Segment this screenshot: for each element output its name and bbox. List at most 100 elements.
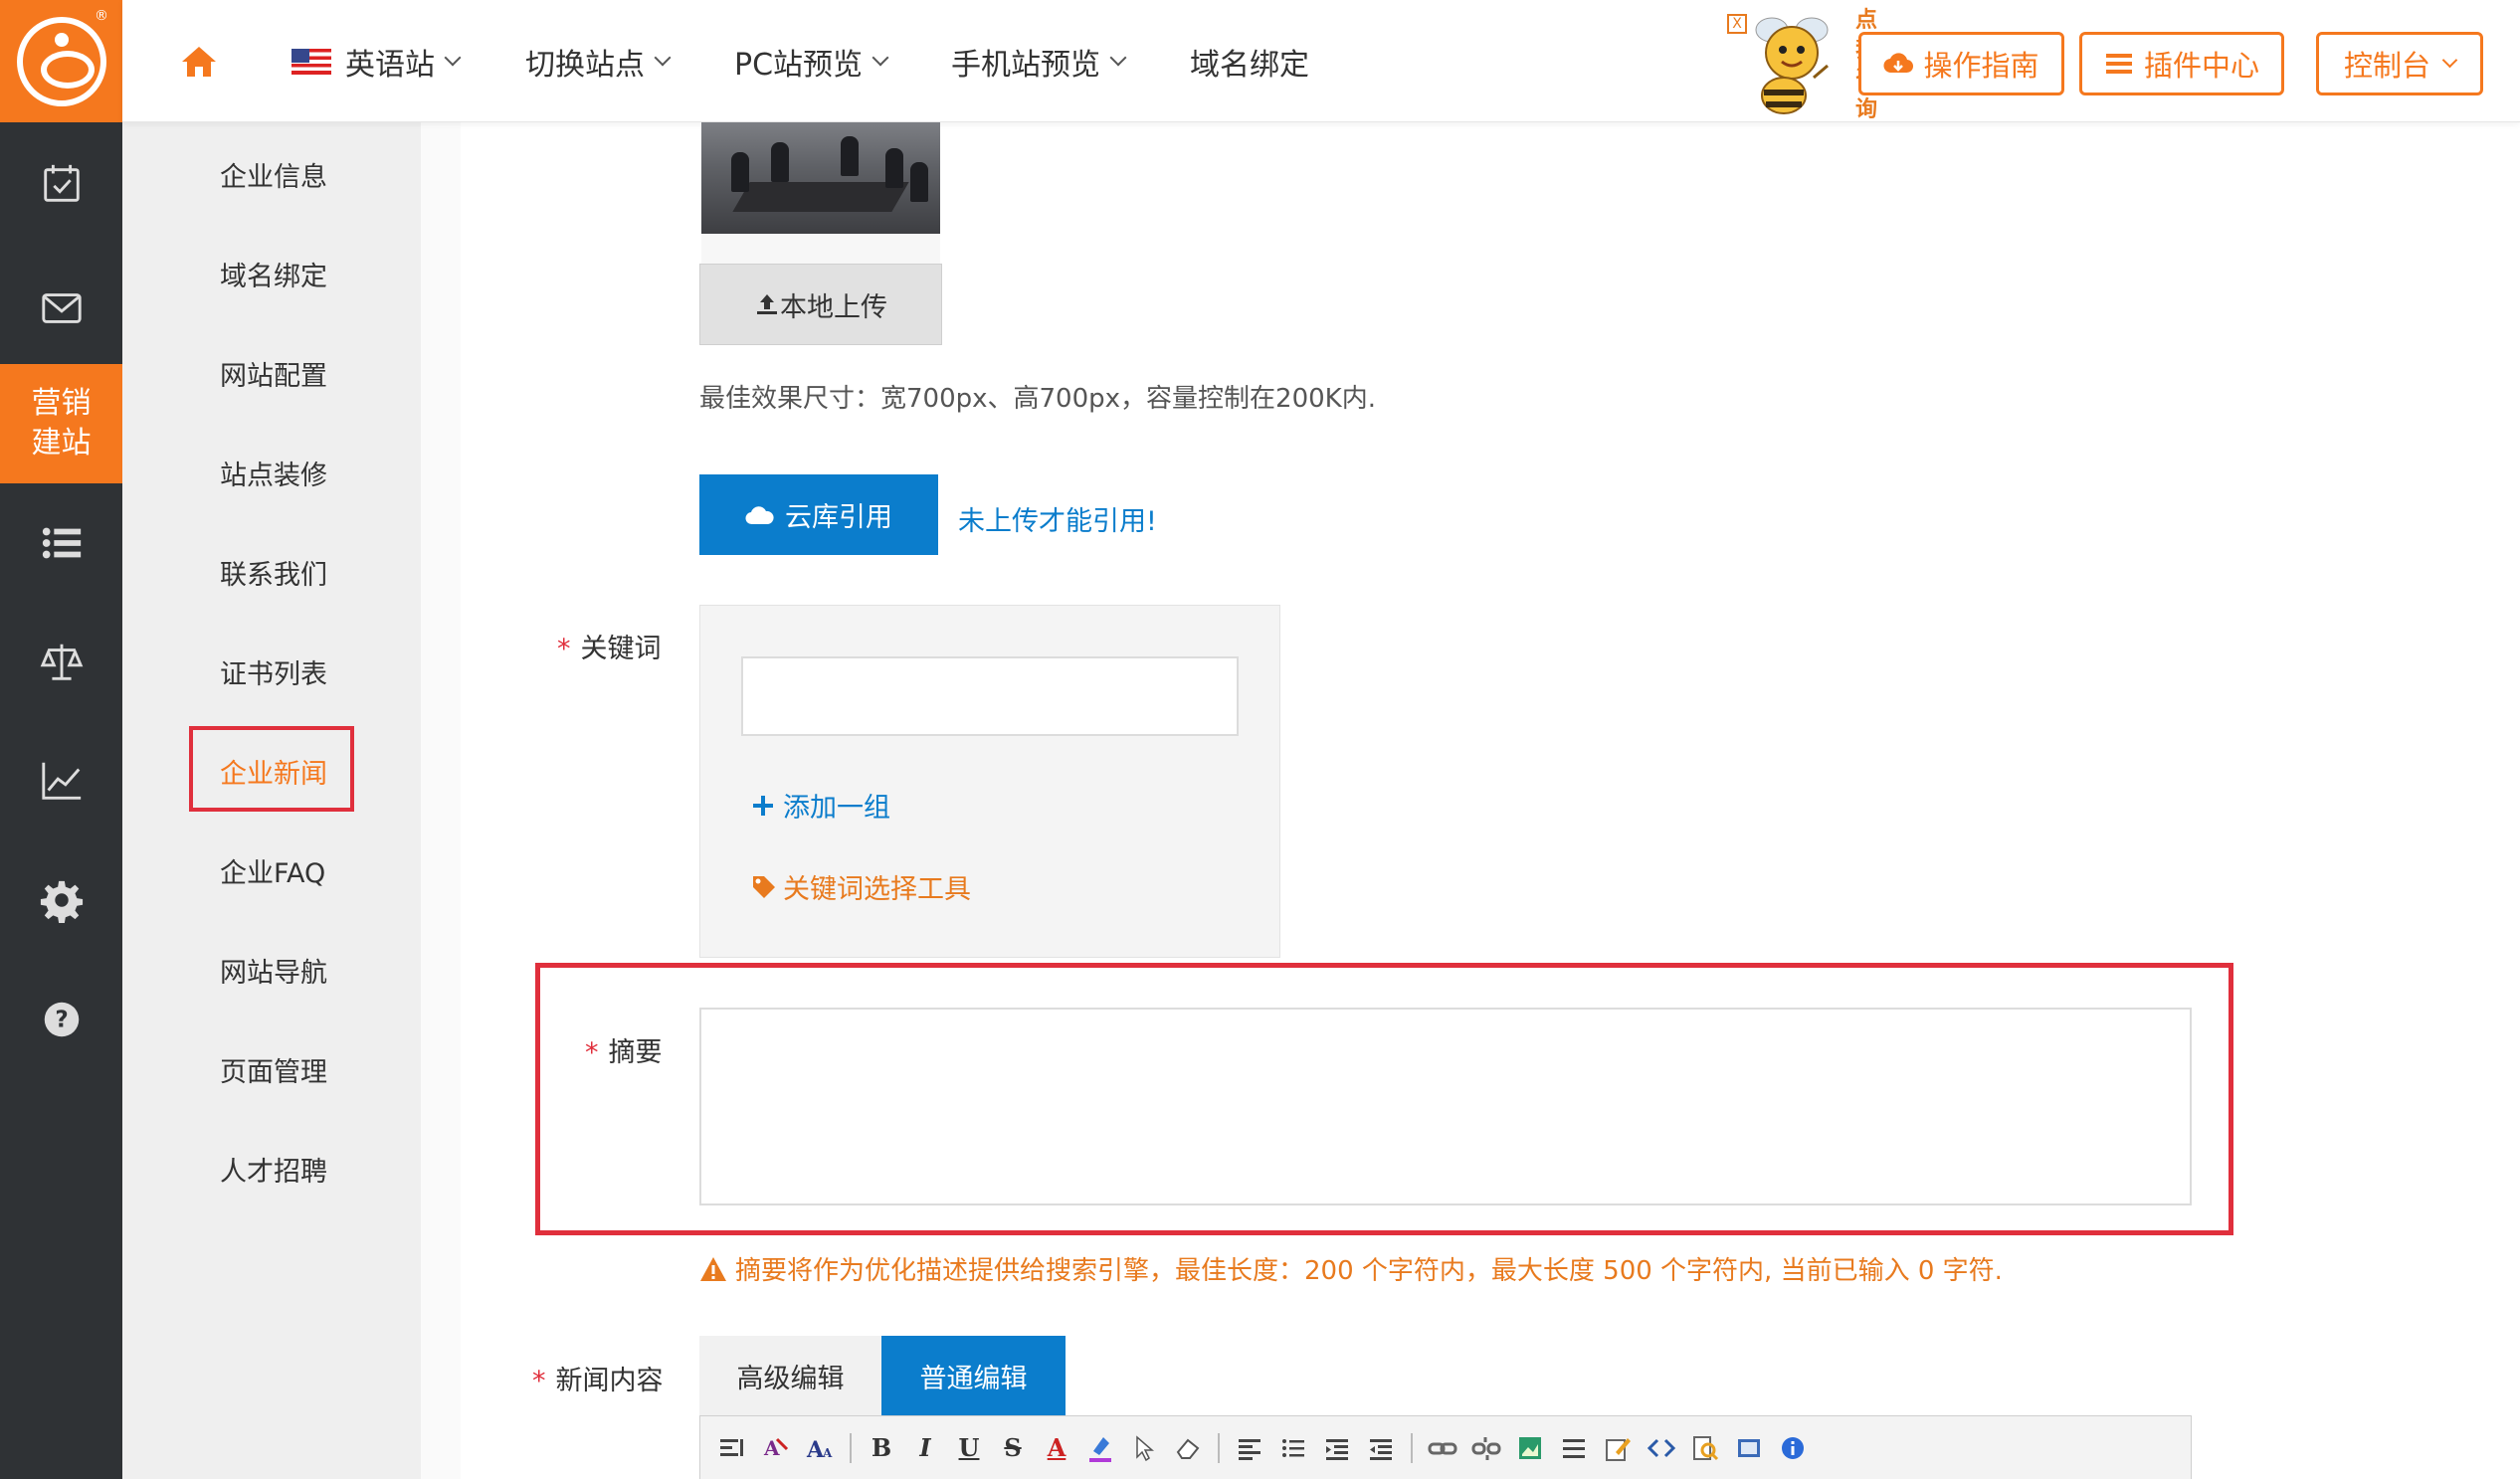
unlink-icon[interactable] (1468, 1430, 1504, 1466)
site-language-dropdown[interactable]: 英语站 (291, 0, 462, 122)
switch-site-dropdown[interactable]: 切换站点 (525, 0, 672, 122)
domain-binding-label: 域名绑定 (1190, 47, 1309, 83)
rail-settings[interactable] (0, 840, 122, 960)
site-language-label: 英语站 (345, 47, 435, 83)
list-bars-icon (2105, 54, 2132, 74)
content-label-row: * 新闻内容 (532, 1359, 664, 1397)
font-family-icon[interactable]: A (758, 1430, 794, 1466)
rail-active-label-1: 营销 (31, 386, 92, 421)
rail-active-label-2: 建站 (31, 426, 92, 461)
list-icon (42, 527, 81, 559)
calendar-check-icon (43, 164, 80, 202)
about-info-icon[interactable] (1775, 1430, 1811, 1466)
home-button[interactable] (179, 0, 219, 122)
keyword-input[interactable] (741, 656, 1239, 736)
outdent-icon[interactable] (1319, 1430, 1355, 1466)
rail-help[interactable]: ? (0, 960, 122, 1079)
insert-image-icon[interactable] (1512, 1430, 1548, 1466)
add-keyword-group-link[interactable]: 添加一组 (751, 786, 890, 825)
tab-advanced-editor[interactable]: 高级编辑 (699, 1336, 881, 1415)
subnav-item-site-navigation[interactable]: 网站导航 (122, 940, 421, 1000)
horizontal-rule-icon[interactable] (1556, 1430, 1592, 1466)
subnav-label: 企业FAQ (220, 857, 326, 889)
required-mark: * (585, 1037, 599, 1068)
console-dropdown[interactable]: 控制台 (2316, 32, 2483, 95)
pc-preview-dropdown[interactable]: PC站预览 (734, 0, 889, 122)
tag-icon (753, 875, 775, 898)
plugin-center-label: 插件中心 (2143, 49, 2259, 83)
switch-site-label: 切换站点 (525, 47, 645, 83)
strikethrough-icon[interactable]: S (995, 1430, 1031, 1466)
cloud-download-icon (1883, 53, 1914, 74)
mobile-preview-dropdown[interactable]: 手机站预览 (951, 0, 1127, 122)
registered-mark: ® (95, 8, 108, 24)
us-flag-icon (291, 48, 331, 75)
bee-mascot-icon[interactable] (1732, 8, 1851, 117)
left-rail: ® 营销 建站 ? (0, 0, 122, 1479)
subnav-item-contact-us[interactable]: 联系我们 (122, 542, 421, 602)
svg-text:A: A (822, 1446, 833, 1460)
chevron-down-icon (872, 49, 889, 66)
subnav-item-domain-binding[interactable]: 域名绑定 (122, 244, 421, 303)
rail-list[interactable] (0, 483, 122, 603)
preview-icon[interactable] (1687, 1430, 1723, 1466)
line-chart-icon (41, 762, 81, 800)
subnav-item-site-config[interactable]: 网站配置 (122, 343, 421, 403)
rail-calendar[interactable] (0, 124, 122, 244)
brand-logo[interactable]: ® (0, 0, 122, 122)
eraser-icon[interactable] (1170, 1430, 1206, 1466)
indent-icon[interactable] (1363, 1430, 1399, 1466)
local-upload-label: 本地上传 (780, 291, 887, 323)
italic-icon[interactable]: I (907, 1430, 943, 1466)
balance-scale-icon (40, 644, 83, 680)
home-icon (182, 46, 216, 77)
uploaded-image-thumbnail[interactable] (701, 122, 940, 234)
rail-marketing-site[interactable]: 营销 建站 (0, 364, 122, 483)
summary-textarea[interactable] (699, 1008, 2192, 1205)
subnav-item-page-management[interactable]: 页面管理 (122, 1039, 421, 1099)
highlight-color-icon[interactable] (1082, 1430, 1118, 1466)
font-color-icon[interactable]: A (1039, 1430, 1074, 1466)
bullet-list-icon[interactable] (1275, 1430, 1311, 1466)
plus-icon (753, 795, 773, 816)
guide-button[interactable]: 操作指南 (1858, 32, 2064, 95)
required-mark: * (557, 634, 571, 664)
font-size-icon[interactable]: AA (802, 1430, 838, 1466)
guide-button-label: 操作指南 (1923, 49, 2039, 83)
subnav-item-certificates[interactable]: 证书列表 (122, 642, 421, 701)
paragraph-format-icon[interactable] (714, 1430, 750, 1466)
subnav-item-company-info[interactable]: 企业信息 (122, 144, 421, 204)
rail-scale[interactable] (0, 602, 122, 721)
gear-icon (40, 880, 83, 923)
subnav-label: 证书列表 (220, 658, 327, 690)
add-keyword-group-label: 添加一组 (783, 793, 890, 824)
svg-text:?: ? (55, 1008, 68, 1033)
insert-link-icon[interactable] (1425, 1430, 1460, 1466)
subnav-item-site-decoration[interactable]: 站点装修 (122, 443, 421, 502)
plugin-center-button[interactable]: 插件中心 (2079, 32, 2284, 95)
subnav-label: 人才招聘 (220, 1156, 327, 1188)
rail-chart[interactable] (0, 721, 122, 840)
app-root: { "topbar": { "site_lang": "英语站", "switc… (0, 0, 2520, 1479)
subnav-label: 网站配置 (220, 360, 327, 392)
domain-binding-link[interactable]: 域名绑定 (1190, 0, 1309, 122)
bold-icon[interactable]: B (864, 1430, 899, 1466)
chevron-down-icon (1109, 49, 1127, 66)
tab-normal-editor[interactable]: 普通编辑 (881, 1336, 1066, 1415)
subnav-item-company-faq[interactable]: 企业FAQ (122, 840, 421, 900)
local-upload-button[interactable]: 本地上传 (699, 264, 942, 345)
chevron-down-icon (444, 49, 462, 66)
select-cursor-icon[interactable] (1126, 1430, 1162, 1466)
subnav-item-recruitment[interactable]: 人才招聘 (122, 1139, 421, 1199)
rail-mail[interactable] (0, 249, 122, 368)
cloud-library-note: 未上传才能引用! (958, 506, 1157, 537)
align-left-icon[interactable] (1232, 1430, 1267, 1466)
code-view-icon[interactable] (1644, 1430, 1679, 1466)
underline-icon[interactable]: U (951, 1430, 987, 1466)
cloud-library-button[interactable]: 云库引用 (699, 474, 938, 555)
edit-source-icon[interactable] (1600, 1430, 1636, 1466)
chevron-down-icon (2441, 52, 2458, 68)
keyword-tool-link[interactable]: 关键词选择工具 (751, 867, 971, 906)
cloud-icon (745, 505, 774, 524)
fullscreen-icon[interactable] (1731, 1430, 1767, 1466)
